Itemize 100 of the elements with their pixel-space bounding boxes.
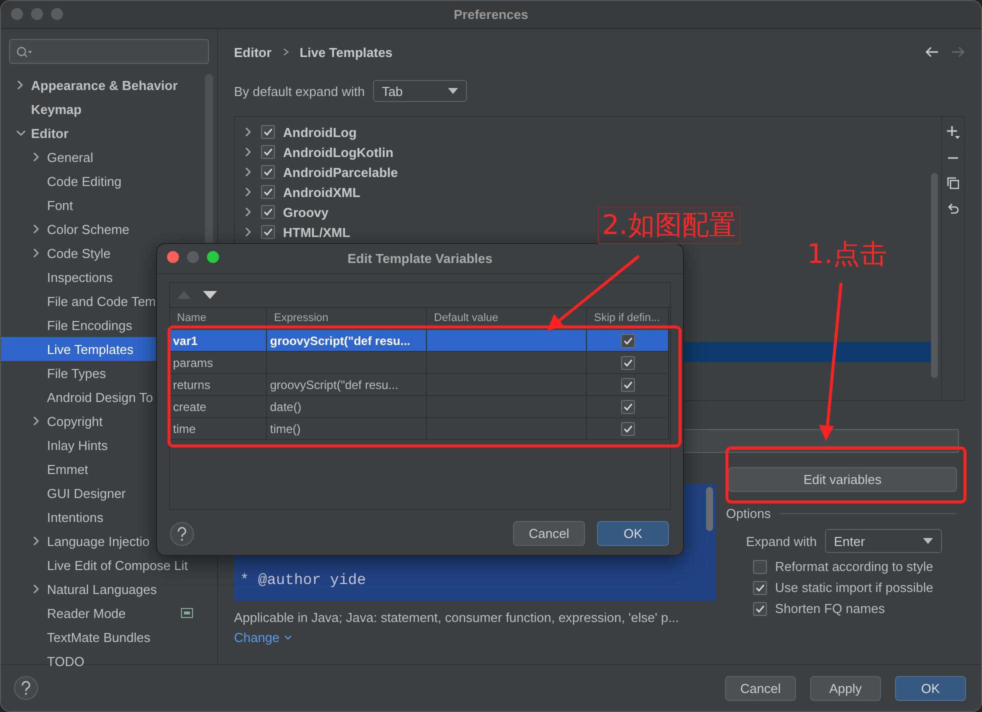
checkbox[interactable] [261, 225, 275, 239]
dialog-button[interactable]: OK [597, 521, 669, 546]
expand-with-label: Expand with [746, 534, 817, 548]
search-icon [16, 46, 32, 58]
checkbox[interactable] [261, 205, 275, 219]
item-label: Inspections [47, 270, 113, 284]
table-cell[interactable]: groovyScript("def resu... [267, 374, 427, 396]
tree-item[interactable]: TODO [1, 649, 217, 673]
checkbox[interactable] [753, 580, 767, 594]
chevron-down-icon [284, 634, 292, 640]
tree-item[interactable]: Keymap [1, 97, 217, 121]
breadcrumb-item[interactable]: Live Templates [300, 44, 393, 60]
expand-with-dropdown[interactable]: Enter [824, 529, 942, 553]
forward-arrow-icon [951, 46, 965, 58]
search-field[interactable] [9, 39, 209, 64]
template-group-label[interactable]: AndroidLogKotlin [283, 144, 394, 160]
item-label: Live Templates [47, 342, 134, 356]
item-label: Reader Mode [47, 606, 126, 620]
checkbox[interactable] [620, 334, 634, 348]
help-button[interactable] [170, 522, 194, 546]
table-cell[interactable]: create [170, 396, 267, 418]
scrollbar[interactable] [706, 487, 713, 531]
change-link[interactable]: Change [234, 630, 716, 645]
dialog-button[interactable]: Cancel [725, 676, 796, 700]
expand-dropdown[interactable]: Tab [372, 80, 467, 102]
breadcrumb-item[interactable]: Editor [234, 44, 272, 60]
question-mark-icon [177, 526, 187, 540]
window-control[interactable] [167, 251, 179, 263]
template-group-label[interactable]: AndroidXML [283, 184, 360, 200]
checkbox[interactable] [620, 422, 634, 436]
tree-item[interactable]: Code Style [1, 241, 217, 265]
table-cell[interactable]: params [170, 352, 267, 374]
item-label: Language Injectio [47, 534, 150, 548]
checkbox[interactable] [753, 560, 767, 574]
tree-item[interactable]: Language Injectio [1, 529, 217, 553]
checkbox[interactable] [261, 125, 275, 139]
item-label: Live Edit of Compose Lit [47, 558, 188, 572]
checkbox[interactable] [261, 165, 275, 179]
dialog-button[interactable]: Apply [810, 676, 881, 700]
tree-item[interactable]: Color Scheme [1, 217, 217, 241]
template-group-label[interactable]: HTML/XML [283, 224, 350, 240]
checkbox[interactable] [620, 356, 634, 370]
checkbox[interactable] [261, 185, 275, 199]
table-cell[interactable]: date() [267, 396, 427, 418]
tree-item[interactable]: General [1, 145, 217, 169]
item-label: Inlay Hints [47, 438, 108, 452]
item-label: General [47, 150, 94, 164]
tree-item[interactable]: Editor [1, 121, 217, 145]
add-icon [946, 125, 960, 139]
checkbox[interactable] [620, 378, 634, 392]
checkbox[interactable] [753, 602, 767, 616]
dialog-title: Edit Template Variables [348, 251, 492, 266]
dropdown-arrow-icon [448, 88, 458, 94]
tree-item[interactable]: Live Edit of Compose Lit [1, 553, 217, 577]
tree-item[interactable]: Code Editing [1, 169, 217, 193]
help-button[interactable] [14, 676, 38, 700]
template-group-label[interactable]: Groovy [283, 204, 329, 220]
template-group-label[interactable]: AndroidParcelable [283, 164, 398, 180]
chevron-right-icon [15, 79, 25, 91]
item-label: Color Scheme [47, 222, 130, 236]
empty-cell[interactable] [427, 352, 587, 374]
window-title: Preferences [454, 7, 528, 22]
edit-variables-button[interactable]: Edit variables [728, 467, 957, 492]
back-arrow-icon [925, 46, 939, 58]
empty-cell[interactable] [267, 352, 427, 374]
table-cell[interactable]: var1 [170, 330, 267, 352]
tree-item[interactable]: Natural Languages [1, 577, 217, 601]
breadcrumb-separator-icon [282, 47, 290, 57]
dialog-button[interactable]: OK [895, 676, 966, 700]
checkbox[interactable] [620, 400, 634, 414]
options-heading: Options [726, 506, 771, 521]
item-label: GUI Designer [47, 486, 126, 500]
window-control[interactable] [207, 251, 219, 263]
move-up-icon [177, 291, 191, 299]
item-label: Keymap [31, 102, 82, 116]
annotation-text: 2.如图配置 [598, 207, 740, 244]
code-line: * @author yide [240, 572, 368, 591]
tree-item[interactable]: TextMate Bundles [1, 625, 217, 649]
scrollbar[interactable] [931, 173, 938, 378]
checkbox-label: Shorten FQ names [775, 601, 885, 616]
chevron-right-icon [31, 151, 41, 163]
item-label: Copyright [47, 414, 103, 428]
tree-item[interactable]: Appearance & Behavior [1, 73, 217, 97]
checkbox[interactable] [261, 145, 275, 159]
annotation-text: 1.点击 [807, 241, 887, 268]
table-cell[interactable]: returns [170, 374, 267, 396]
chevron-right-icon [31, 415, 41, 427]
item-label: Emmet [47, 462, 88, 476]
tree-item[interactable]: Reader Mode [1, 601, 217, 625]
dialog-button[interactable]: Cancel [513, 521, 585, 546]
table-cell[interactable]: groovyScript("def resu... [267, 330, 427, 352]
table-cell[interactable]: time() [267, 418, 427, 440]
dropdown-arrow-icon [922, 538, 933, 544]
item-label: Code Editing [47, 174, 122, 188]
chevron-right-icon [31, 535, 41, 547]
table-cell[interactable]: time [170, 418, 267, 440]
template-group-label[interactable]: AndroidLog [283, 124, 357, 140]
tree-item[interactable]: Font [1, 193, 217, 217]
item-label: TODO [47, 654, 84, 668]
item-label: TextMate Bundles [47, 630, 150, 644]
